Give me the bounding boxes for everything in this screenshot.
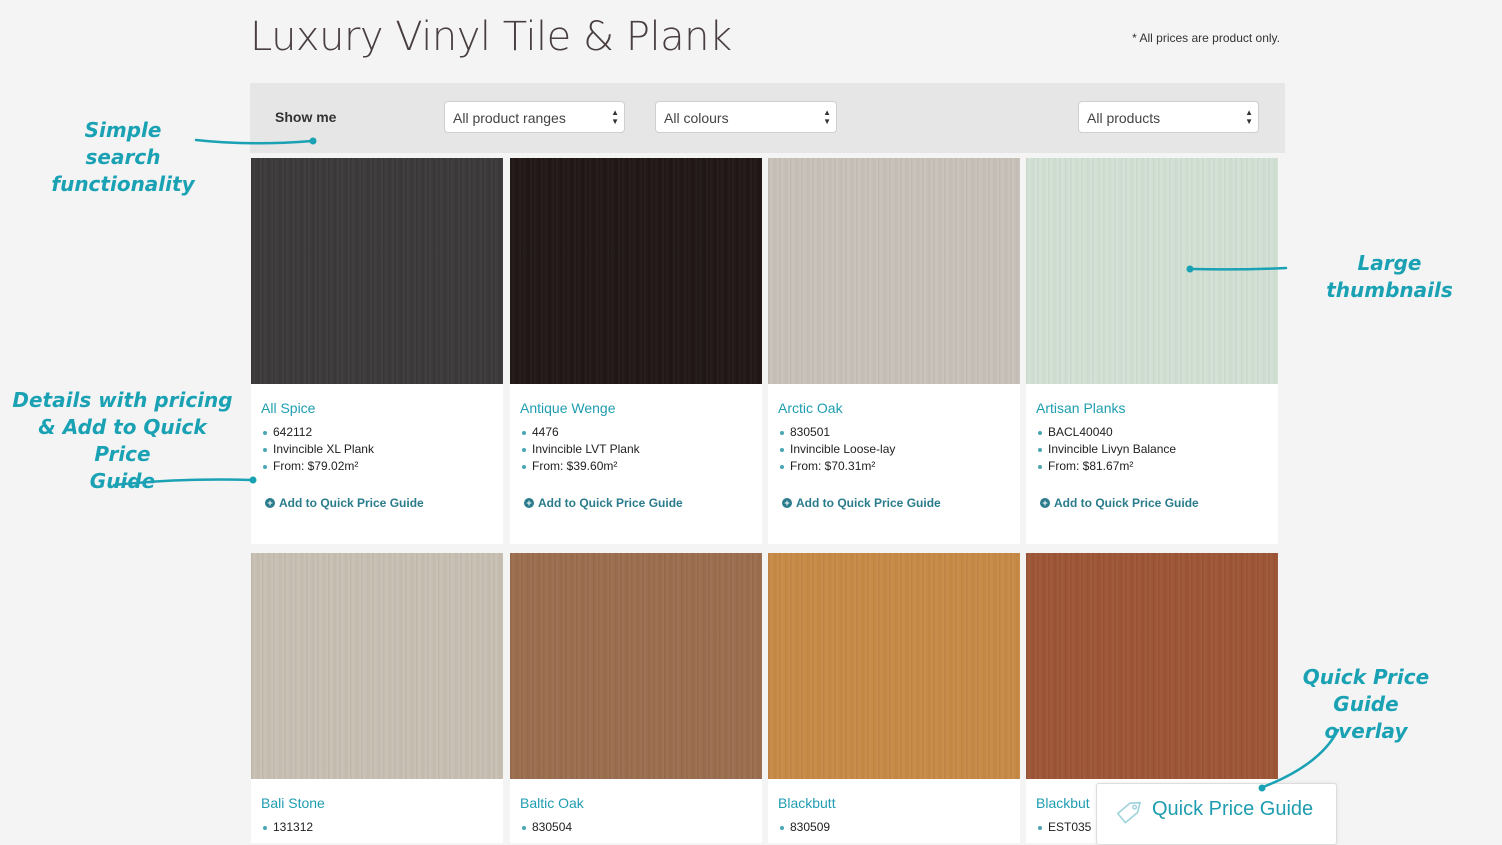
- add-to-quick-price-guide-link[interactable]: + Add to Quick Price Guide: [265, 496, 424, 510]
- add-to-quick-price-guide-link[interactable]: + Add to Quick Price Guide: [1040, 496, 1199, 510]
- product-details: 642112 Invincible XL Plank From: $79.02m…: [261, 424, 374, 475]
- product-code: 830504: [520, 819, 572, 836]
- product-code: BACL40040: [1036, 424, 1176, 441]
- product-card[interactable]: Antique Wenge 4476 Invincible LVT Plank …: [510, 158, 762, 544]
- plus-circle-icon: +: [1040, 498, 1050, 508]
- annotation-line: Guide: [89, 469, 156, 493]
- product-card[interactable]: Bali Stone 131312: [251, 553, 503, 843]
- plus-circle-icon: +: [265, 498, 275, 508]
- product-thumbnail[interactable]: [510, 553, 762, 779]
- product-thumbnail[interactable]: [251, 158, 503, 384]
- product-price: From: $81.67m²: [1036, 458, 1176, 475]
- product-code: 830509: [778, 819, 830, 836]
- product-thumbnail[interactable]: [768, 553, 1020, 779]
- product-range: Invincible Livyn Balance: [1036, 441, 1176, 458]
- products-value: All products: [1087, 110, 1161, 126]
- product-price: From: $79.02m²: [261, 458, 374, 475]
- product-range-select[interactable]: All product ranges ▲ ▼: [444, 101, 625, 133]
- annotation-line: Simple search: [84, 118, 162, 169]
- annotation-line: & Add to Quick Price: [38, 415, 207, 466]
- plus-circle-icon: +: [524, 498, 534, 508]
- product-name[interactable]: Bali Stone: [261, 795, 325, 811]
- product-details: BACL40040 Invincible Livyn Balance From:…: [1036, 424, 1176, 475]
- add-link-label: Add to Quick Price Guide: [279, 496, 424, 510]
- product-name[interactable]: Blackbutt: [778, 795, 836, 811]
- annotation-line: Details with pricing: [12, 388, 233, 412]
- annotation-thumbnails: Large thumbnails: [1292, 250, 1487, 304]
- product-range: Invincible LVT Plank: [520, 441, 640, 458]
- products-select[interactable]: All products ▲ ▼: [1078, 101, 1259, 133]
- select-arrows-icon: ▲ ▼: [823, 108, 831, 126]
- annotation-search: Simple search functionality: [48, 117, 198, 198]
- colour-select[interactable]: All colours ▲ ▼: [655, 101, 837, 133]
- annotation-overlay: Quick Price Guide overlay: [1290, 664, 1442, 745]
- product-details: 830504: [520, 819, 572, 836]
- product-card[interactable]: Baltic Oak 830504: [510, 553, 762, 843]
- product-name[interactable]: Arctic Oak: [778, 400, 843, 416]
- product-card[interactable]: All Spice 642112 Invincible XL Plank Fro…: [251, 158, 503, 544]
- add-to-quick-price-guide-link[interactable]: + Add to Quick Price Guide: [524, 496, 683, 510]
- annotation-line: functionality: [51, 172, 195, 196]
- product-card[interactable]: Artisan Planks BACL40040 Invincible Livy…: [1026, 158, 1278, 544]
- annotation-details: Details with pricing & Add to Quick Pric…: [10, 387, 235, 495]
- annotation-line: Guide overlay: [1324, 692, 1408, 743]
- product-name[interactable]: Baltic Oak: [520, 795, 584, 811]
- colour-value: All colours: [664, 110, 729, 126]
- product-details: 830509: [778, 819, 830, 836]
- product-range: Invincible Loose-lay: [778, 441, 895, 458]
- product-details: 4476 Invincible LVT Plank From: $39.60m²: [520, 424, 640, 475]
- annotation-line: Quick Price: [1302, 665, 1430, 689]
- add-link-label: Add to Quick Price Guide: [1054, 496, 1199, 510]
- product-card[interactable]: Arctic Oak 830501 Invincible Loose-lay F…: [768, 158, 1020, 544]
- product-code: 830501: [778, 424, 895, 441]
- product-details: 830501 Invincible Loose-lay From: $70.31…: [778, 424, 895, 475]
- product-code: 4476: [520, 424, 640, 441]
- product-thumbnail[interactable]: [1026, 553, 1278, 779]
- product-thumbnail[interactable]: [251, 553, 503, 779]
- page-title: Luxury Vinyl Tile & Plank: [250, 14, 732, 60]
- product-range-value: All product ranges: [453, 110, 566, 126]
- price-tag-icon: [1116, 801, 1141, 824]
- product-range: Invincible XL Plank: [261, 441, 374, 458]
- product-name[interactable]: Antique Wenge: [520, 400, 615, 416]
- add-link-label: Add to Quick Price Guide: [538, 496, 683, 510]
- product-details: EST035: [1036, 819, 1091, 836]
- select-arrows-icon: ▲ ▼: [1245, 108, 1253, 126]
- price-note: * All prices are product only.: [1132, 31, 1280, 45]
- product-code: 642112: [261, 424, 374, 441]
- show-me-label: Show me: [275, 109, 337, 125]
- product-name[interactable]: All Spice: [261, 400, 315, 416]
- product-thumbnail[interactable]: [1026, 158, 1278, 384]
- annotation-line: Large thumbnails: [1326, 251, 1453, 302]
- product-details: 131312: [261, 819, 313, 836]
- add-link-label: Add to Quick Price Guide: [796, 496, 941, 510]
- add-to-quick-price-guide-link[interactable]: + Add to Quick Price Guide: [782, 496, 941, 510]
- plus-circle-icon: +: [782, 498, 792, 508]
- product-card[interactable]: Blackbutt 830509: [768, 553, 1020, 843]
- product-name[interactable]: Artisan Planks: [1036, 400, 1125, 416]
- quick-price-guide-label: Quick Price Guide: [1152, 798, 1314, 820]
- product-code: EST035: [1036, 819, 1091, 836]
- product-thumbnail[interactable]: [510, 158, 762, 384]
- product-name[interactable]: Blackbut: [1036, 795, 1090, 811]
- product-code: 131312: [261, 819, 313, 836]
- product-price: From: $39.60m²: [520, 458, 640, 475]
- filter-bar: Show me All product ranges ▲ ▼ All colour…: [250, 83, 1285, 153]
- select-arrows-icon: ▲ ▼: [611, 108, 619, 126]
- product-price: From: $70.31m²: [778, 458, 895, 475]
- quick-price-guide-overlay[interactable]: Quick Price Guide: [1096, 783, 1337, 845]
- product-thumbnail[interactable]: [768, 158, 1020, 384]
